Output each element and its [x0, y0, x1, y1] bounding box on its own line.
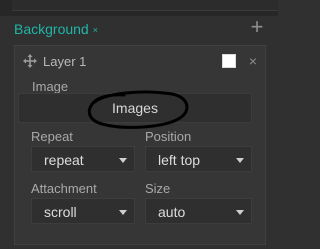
chevron-down-icon	[119, 158, 127, 163]
background-section-header[interactable]: Background ×	[14, 21, 98, 37]
previous-section-panel	[12, 0, 278, 11]
move-icon[interactable]	[23, 54, 37, 68]
size-label: Size	[145, 181, 171, 196]
repeat-label: Repeat	[31, 129, 73, 144]
previous-section-edge	[0, 0, 278, 16]
position-value: left top	[158, 152, 201, 168]
chevron-down-icon	[236, 210, 244, 215]
layer-color-swatch[interactable]	[222, 54, 236, 68]
attachment-label: Attachment	[31, 181, 97, 196]
layer-header[interactable]: Layer 1 ×	[15, 46, 265, 76]
position-select[interactable]: left top	[145, 146, 252, 172]
images-button[interactable]: Images	[18, 93, 252, 123]
repeat-value: repeat	[44, 152, 84, 168]
size-select[interactable]: auto	[145, 198, 252, 224]
attachment-value: scroll	[44, 204, 77, 220]
repeat-select[interactable]: repeat	[31, 146, 135, 172]
chevron-down-icon	[119, 210, 127, 215]
attachment-select[interactable]: scroll	[31, 198, 135, 224]
images-button-label: Images	[112, 100, 158, 116]
position-label: Position	[145, 129, 192, 144]
section-remove-icon[interactable]: ×	[93, 25, 98, 35]
layer-name: Layer 1	[43, 54, 87, 69]
chevron-down-icon	[236, 158, 244, 163]
image-label: Image	[32, 79, 69, 94]
size-value: auto	[158, 204, 186, 220]
section-title: Background	[14, 21, 89, 37]
remove-layer-icon[interactable]: ×	[247, 54, 259, 68]
add-layer-button[interactable]: +	[248, 14, 266, 40]
